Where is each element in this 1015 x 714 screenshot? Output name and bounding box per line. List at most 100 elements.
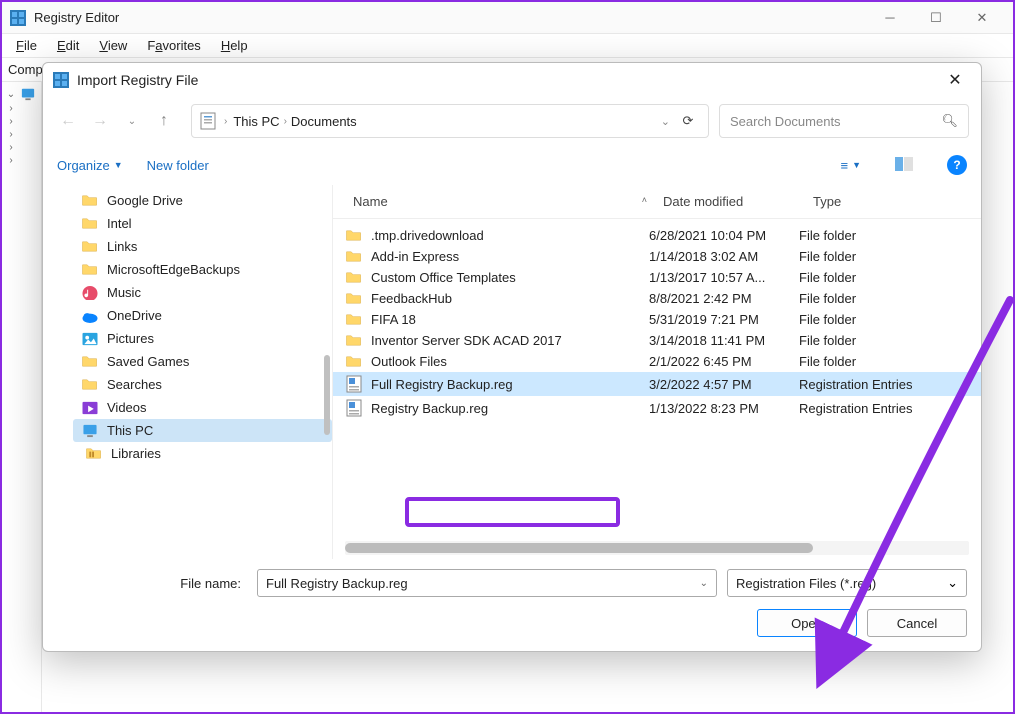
folder-icon xyxy=(345,291,363,306)
folder-icon xyxy=(81,239,99,254)
dialog-toolbar: Organize ▼ New folder ≡ ▼ ? xyxy=(43,145,981,185)
tree-item[interactable]: › xyxy=(6,115,37,128)
sidebar-item[interactable]: Saved Games xyxy=(73,350,332,373)
file-row[interactable]: Inventor Server SDK ACAD 2017 3/14/2018 1… xyxy=(333,330,981,351)
nav-up-button[interactable]: ↑ xyxy=(155,112,173,130)
file-type: Registration Entries xyxy=(799,377,969,392)
file-name: Add-in Express xyxy=(371,249,459,264)
file-name: FIFA 18 xyxy=(371,312,416,327)
folder-icon xyxy=(85,446,103,461)
tree-item[interactable]: › xyxy=(6,102,37,115)
search-input[interactable]: Search Documents 🔍︎ xyxy=(719,104,969,138)
folder-icon xyxy=(81,193,99,208)
menu-help[interactable]: Help xyxy=(211,36,258,55)
file-row[interactable]: Add-in Express1/14/2018 3:02 AMFile fold… xyxy=(333,246,981,267)
sidebar-item[interactable]: Libraries xyxy=(77,442,332,465)
file-row[interactable]: Custom Office Templates 1/13/2017 10:57 A… xyxy=(333,267,981,288)
close-button[interactable]: ✕ xyxy=(959,2,1005,34)
dialog-title: Import Registry File xyxy=(77,72,939,88)
sidebar-item-label: Videos xyxy=(107,400,147,415)
dialog-close-button[interactable]: ✕ xyxy=(939,64,971,96)
nav-recent-button[interactable]: ⌄ xyxy=(123,116,141,127)
maximize-button[interactable]: ☐ xyxy=(913,2,959,34)
sidebar-item-label: Libraries xyxy=(111,446,161,461)
new-folder-button[interactable]: New folder xyxy=(147,158,209,173)
sidebar-item[interactable]: Videos xyxy=(73,396,332,419)
tree-item[interactable]: › xyxy=(6,154,37,167)
refresh-button[interactable]: ⟳ xyxy=(676,113,700,129)
file-row[interactable]: FIFA 185/31/2019 7:21 PMFile folder xyxy=(333,309,981,330)
view-button[interactable]: ≡ ▼ xyxy=(840,158,861,173)
sidebar-item[interactable]: Google Drive xyxy=(73,189,332,212)
open-button[interactable]: Open xyxy=(757,609,857,637)
menu-edit[interactable]: Edit xyxy=(47,36,89,55)
sidebar-item-label: Google Drive xyxy=(107,193,183,208)
chevron-down-icon[interactable]: ⌄ xyxy=(947,575,958,591)
file-name: Inventor Server SDK ACAD 2017 xyxy=(371,333,562,348)
tree-item[interactable]: › xyxy=(6,128,37,141)
import-dialog: Import Registry File ✕ ← → ⌄ ↑ › This PC… xyxy=(42,62,982,652)
file-date: 1/13/2017 10:57 A... xyxy=(649,270,799,285)
sidebar-item-this-pc[interactable]: This PC xyxy=(73,419,332,442)
sidebar-item[interactable]: Pictures xyxy=(73,327,332,350)
file-row[interactable]: .tmp.drivedownload6/28/2021 10:04 PMFile… xyxy=(333,225,981,246)
help-button[interactable]: ? xyxy=(947,155,967,175)
folder-icon xyxy=(345,333,363,348)
nav-back-button[interactable]: ← xyxy=(59,112,77,130)
file-type: Registration Entries xyxy=(799,401,969,416)
main-title: Registry Editor xyxy=(34,10,867,25)
file-type: File folder xyxy=(799,312,969,327)
menu-view[interactable]: View xyxy=(89,36,137,55)
sidebar-item[interactable]: Searches xyxy=(73,373,332,396)
file-row[interactable]: Registry Backup.reg1/13/2022 8:23 PMRegi… xyxy=(333,396,981,420)
sidebar-item[interactable]: Links xyxy=(73,235,332,258)
horizontal-scrollbar[interactable] xyxy=(345,541,969,555)
filename-input[interactable]: Full Registry Backup.reg ⌄ xyxy=(257,569,717,597)
preview-pane-button[interactable] xyxy=(895,157,913,174)
column-name[interactable]: Name˄ xyxy=(345,194,655,209)
reg-file-icon xyxy=(345,399,363,417)
file-name: Custom Office Templates xyxy=(371,270,516,285)
search-icon: 🔍︎ xyxy=(941,113,958,129)
file-row[interactable]: Outlook Files2/1/2022 6:45 PMFile folder xyxy=(333,351,981,372)
main-menu: File Edit View Favorites Help xyxy=(2,34,1013,58)
breadcrumb[interactable]: Documents xyxy=(291,114,357,129)
onedrive-icon xyxy=(81,308,99,323)
menu-favorites[interactable]: Favorites xyxy=(137,36,210,55)
minimize-button[interactable]: ─ xyxy=(867,2,913,34)
cancel-button[interactable]: Cancel xyxy=(867,609,967,637)
file-type-filter[interactable]: Registration Files (*.reg) ⌄ xyxy=(727,569,967,597)
sidebar-item-label: This PC xyxy=(107,423,153,438)
folder-icon xyxy=(345,312,363,327)
folder-icon xyxy=(81,377,99,392)
sidebar-item-label: Music xyxy=(107,285,141,300)
file-date: 1/14/2018 3:02 AM xyxy=(649,249,799,264)
column-type[interactable]: Type xyxy=(805,194,981,209)
folder-icon xyxy=(345,228,363,243)
reg-file-icon xyxy=(345,375,363,393)
sidebar-item[interactable]: MicrosoftEdgeBackups xyxy=(73,258,332,281)
file-name: Full Registry Backup.reg xyxy=(371,377,513,392)
main-titlebar: Registry Editor ─ ☐ ✕ xyxy=(2,2,1013,34)
sidebar-item[interactable]: OneDrive xyxy=(73,304,332,327)
sidebar-item-label: Links xyxy=(107,239,137,254)
menu-file[interactable]: File xyxy=(6,36,47,55)
scrollbar[interactable] xyxy=(324,355,330,435)
column-date[interactable]: Date modified xyxy=(655,194,805,209)
sidebar-item-label: Searches xyxy=(107,377,162,392)
nav-forward-button[interactable]: → xyxy=(91,112,109,130)
file-row[interactable]: FeedbackHub8/8/2021 2:42 PMFile folder xyxy=(333,288,981,309)
organize-button[interactable]: Organize ▼ xyxy=(57,158,123,173)
tree-item[interactable]: › xyxy=(6,141,37,154)
breadcrumb[interactable]: This PC xyxy=(233,114,279,129)
sidebar-item[interactable]: Music xyxy=(73,281,332,304)
tree-root[interactable]: ⌄ xyxy=(6,86,37,102)
chevron-down-icon[interactable]: ⌄ xyxy=(700,578,708,589)
pictures-icon xyxy=(81,331,99,346)
file-date: 3/14/2018 11:41 PM xyxy=(649,333,799,348)
sidebar-item-label: Saved Games xyxy=(107,354,189,369)
address-bar[interactable]: › This PC › Documents ⌄ ⟳ xyxy=(191,104,709,138)
file-name: Registry Backup.reg xyxy=(371,401,488,416)
file-row[interactable]: Full Registry Backup.reg3/2/2022 4:57 PM… xyxy=(333,372,981,396)
sidebar-item[interactable]: Intel xyxy=(73,212,332,235)
